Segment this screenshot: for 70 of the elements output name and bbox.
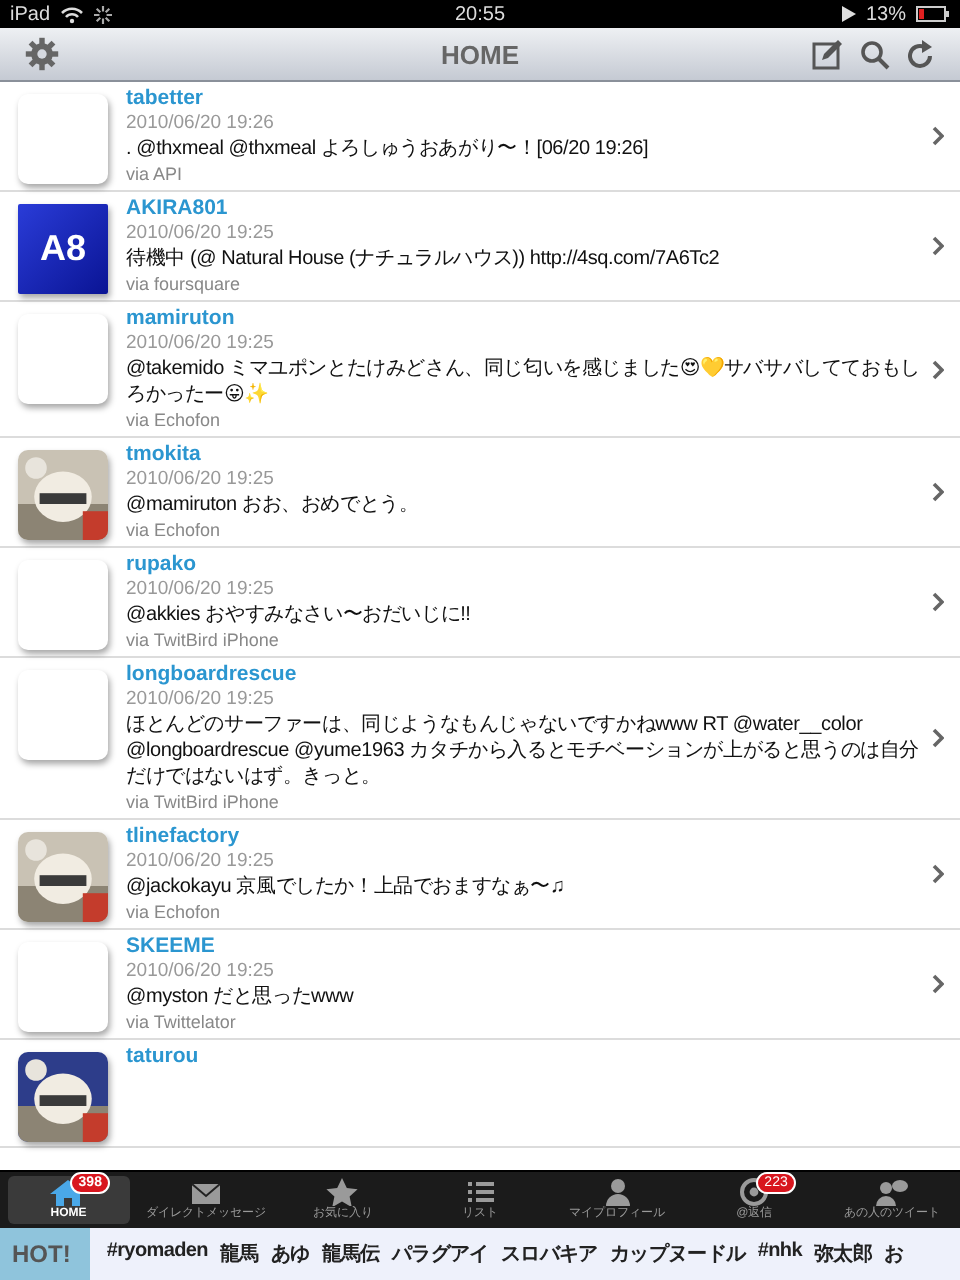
trend-topic[interactable]: #ryomaden [106, 1240, 208, 1268]
chevron-icon [932, 359, 944, 379]
chevron-icon [932, 592, 944, 612]
default-avatar [18, 94, 108, 184]
tweet-time: 2010/06/20 19:25 [126, 578, 276, 602]
tweet-text: @myston だと思ったwww [126, 984, 356, 1010]
tweet-text: @takemido ミマユポンとたけみどさん、同じ匂いを感じました😍💛サバサバしてておもしろかったー😛✨ [126, 356, 920, 408]
trend-topic[interactable]: お [884, 1240, 904, 1268]
activity-icon [94, 5, 113, 23]
tweet-row[interactable]: longboardrescue 2010/06/20 19:25 ほとんどのサーファーは、同じようなもんじゃないですかねwww RT @water__color @longboardrescue @yume1963 カタチから入るとモチベーションが上がると思うのは自分だけではないはず。きっと。 via TwitBird iPhone [0, 658, 960, 820]
clock-time: 20:55 [454, 3, 506, 25]
trend-topic[interactable]: #nhk [757, 1240, 802, 1268]
trend-topic[interactable]: カップヌードル [609, 1240, 746, 1268]
tweet-text: . @thxmeal @thxmeal よろしゅうおあがり〜！[06/20 19:26] [126, 136, 651, 162]
tweet-source: via Echofon [126, 408, 223, 432]
chevron-icon [932, 126, 944, 146]
tweet-row[interactable]: A8 AKIRA801 2010/06/20 19:25 待機中 (@ Natural House (ナチュラルハウス)) http://4sq.com/7A6Tc2 via foursquare [0, 192, 960, 302]
tweet-row[interactable]: rupako 2010/06/20 19:25 @akkies おやすみなさい〜おだいじに!! via TwitBird iPhone [0, 548, 960, 658]
chevron-icon [932, 974, 944, 994]
play-icon [841, 6, 856, 22]
tweet-time: 2010/06/20 19:26 [126, 112, 276, 136]
tweet-row[interactable]: tlinefactory 2010/06/20 19:25 @jackokayu 京風でしたか！上品でおますなぁ〜♫ via Echofon [0, 820, 960, 930]
hot-label: HOT! [0, 1228, 91, 1280]
tweet-row[interactable]: tabetter 2010/06/20 19:26 . @thxmeal @thxmeal よろしゅうおあがり〜！[06/20 19:26] via API [0, 82, 960, 192]
tweet-source: via API [126, 162, 185, 186]
default-avatar [18, 314, 108, 404]
tweet-source: via Twittelator [126, 1010, 238, 1034]
tweet-text: ほとんどのサーファーは、同じようなもんじゃないですかねwww RT @water__color @longboardrescue @yume1963 カタチから入るとモチベーションが上がると思うのは自分だけではないはず。きっと。 [126, 712, 920, 790]
tweet-time: 2010/06/20 19:25 [126, 688, 276, 712]
battery-icon [916, 6, 950, 22]
search-icon[interactable] [860, 39, 890, 69]
trend-topic[interactable]: スロバキア [500, 1240, 598, 1268]
avatar-logo: A8 [18, 204, 108, 294]
tweet-source: via TwitBird iPhone [126, 628, 281, 652]
compose-icon[interactable] [812, 39, 842, 69]
tweet-text: @jackokayu 京風でしたか！上品でおますなぁ〜♫ [126, 874, 567, 900]
wifi-icon [60, 5, 85, 23]
people-icon [871, 1178, 912, 1206]
chevron-icon [932, 864, 944, 884]
star-icon [322, 1178, 363, 1206]
trend-topic[interactable]: パラグアイ [391, 1240, 489, 1268]
screen-title: HOME [441, 39, 519, 69]
tweet-source: via foursquare [126, 272, 243, 296]
tweet-time: 2010/06/20 19:25 [126, 468, 276, 492]
chevron-icon [932, 482, 944, 502]
chevron-icon [932, 728, 944, 748]
refresh-icon[interactable] [908, 39, 936, 69]
chevron-icon [932, 236, 944, 256]
tweet-row[interactable]: tmokita 2010/06/20 19:25 @mamiruton おお、おめでとう。 via Echofon [0, 438, 960, 548]
trend-topic[interactable]: 弥太郎 [813, 1240, 873, 1268]
tweet-source: via Echofon [126, 900, 223, 924]
tweet-source: via Echofon [126, 518, 223, 542]
tweet-time: 2010/06/20 19:25 [126, 850, 276, 874]
default-avatar [18, 560, 108, 650]
trend-topic[interactable]: 龍馬伝 [321, 1240, 380, 1268]
device-name: iPad [10, 3, 51, 25]
trend-topic[interactable]: あゆ [270, 1240, 310, 1268]
tweet-source: via TwitBird iPhone [126, 790, 281, 814]
tweet-time: 2010/06/20 19:25 [126, 332, 276, 356]
default-avatar [18, 942, 108, 1032]
tweet-time: 2010/06/20 19:25 [126, 222, 276, 246]
default-avatar [18, 670, 108, 760]
trend-topic[interactable]: 龍馬 [219, 1240, 259, 1268]
tweet-text: 待機中 (@ Natural House (ナチュラルハウス)) http://4sq.com/7A6Tc2 [126, 246, 722, 272]
tweet-text: @akkies おやすみなさい〜おだいじに!! [126, 602, 473, 628]
tweet-row[interactable]: SKEEME 2010/06/20 19:25 @myston だと思ったwww via Twittelator [0, 930, 960, 1040]
tweet-time: 2010/06/20 19:25 [126, 960, 276, 984]
battery-percent: 13% [865, 3, 906, 25]
tweet-text: @mamiruton おお、おめでとう。 [126, 492, 421, 518]
tweet-row[interactable]: mamiruton 2010/06/20 19:25 @takemido ミマユポンとたけみどさん、同じ匂いを感じました😍💛サバサバしてておもしろかったー😛✨ via Echofon [0, 302, 960, 438]
